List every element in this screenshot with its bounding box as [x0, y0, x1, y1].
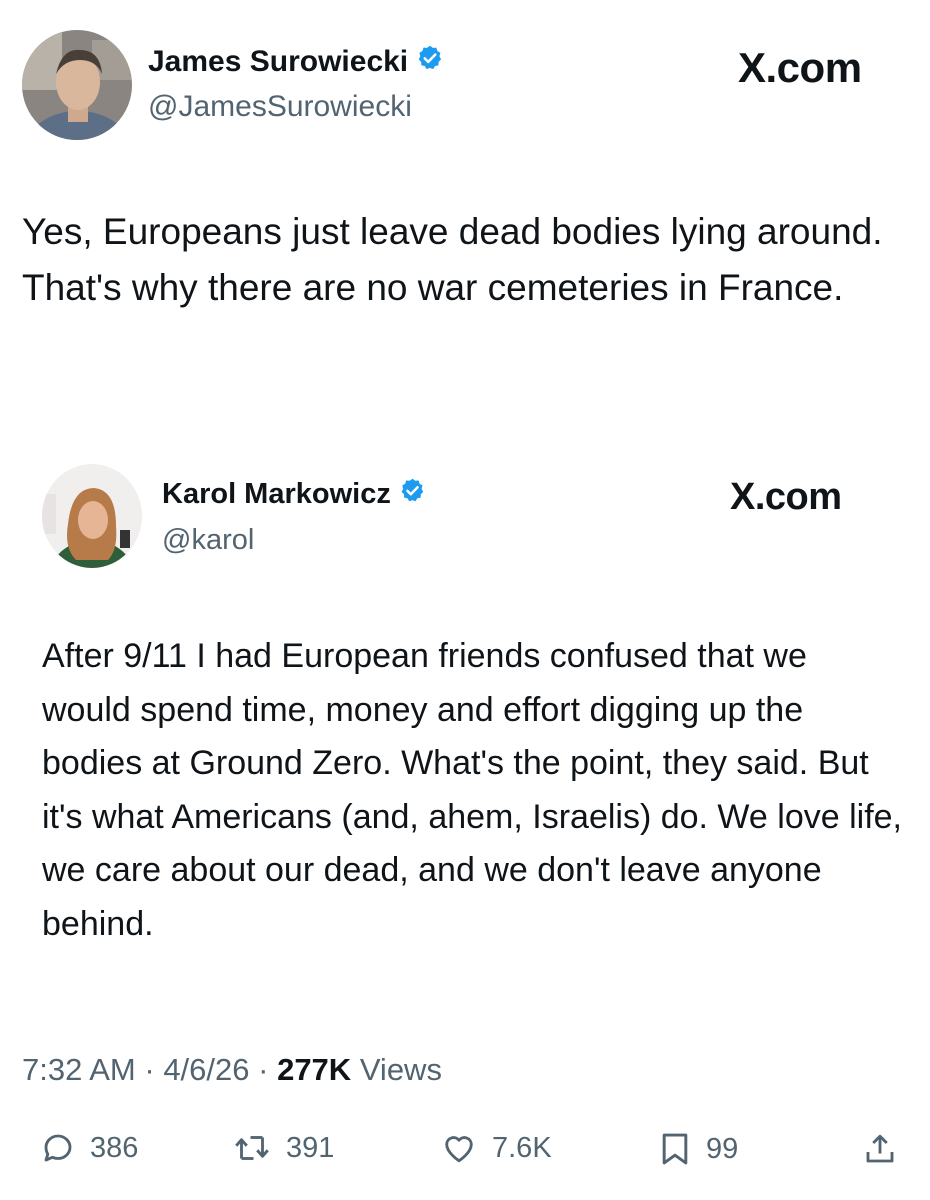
tweet-time[interactable]: 7:32 AM: [22, 1052, 136, 1087]
like-count: 7.6K: [492, 1131, 552, 1164]
x-brand-text: X.com: [730, 476, 842, 518]
quoted-author-name-text: Karol Markowicz: [162, 478, 391, 510]
bookmark-icon: [658, 1130, 692, 1168]
like-button[interactable]: 7.6K: [440, 1130, 552, 1166]
meta-separator: ·: [144, 1052, 164, 1087]
author-handle[interactable]: @JamesSurowiecki: [148, 90, 412, 124]
quoted-author-avatar[interactable]: [42, 464, 142, 568]
x-brand-logo: X.com: [730, 476, 842, 519]
repost-icon: [232, 1130, 272, 1166]
author-name[interactable]: James Surowiecki: [148, 44, 444, 80]
repost-count: 391: [286, 1131, 335, 1164]
reply-icon: [40, 1130, 76, 1166]
share-icon: [862, 1130, 898, 1168]
meta-separator: ·: [258, 1052, 278, 1087]
reply-count: 386: [90, 1131, 139, 1164]
like-icon: [440, 1130, 478, 1166]
author-name-text: James Surowiecki: [148, 45, 409, 78]
share-button[interactable]: [862, 1130, 898, 1168]
author-avatar[interactable]: [22, 30, 132, 140]
reply-button[interactable]: 386: [40, 1130, 138, 1166]
repost-button[interactable]: 391: [232, 1130, 334, 1166]
tweet-meta: 7:32 AM · 4/6/26 · 277K Views: [22, 1052, 442, 1088]
views-label: Views: [359, 1052, 442, 1087]
verified-badge-icon[interactable]: [416, 44, 444, 80]
x-brand-text: X.com: [738, 44, 862, 91]
x-brand-logo: X.com: [738, 44, 862, 92]
quoted-tweet-text: After 9/11 I had European friends confus…: [42, 637, 902, 943]
bookmark-count: 99: [706, 1132, 739, 1165]
quoted-author-name[interactable]: Karol Markowicz: [162, 477, 426, 512]
views-count: 277K: [277, 1052, 352, 1087]
verified-badge-icon[interactable]: [399, 477, 426, 512]
tweet-text: Yes, Europeans just leave dead bodies ly…: [22, 211, 883, 308]
quoted-author-handle[interactable]: @karol: [162, 524, 254, 557]
tweet-date[interactable]: 4/6/26: [163, 1052, 249, 1087]
bookmark-button[interactable]: 99: [658, 1130, 738, 1168]
